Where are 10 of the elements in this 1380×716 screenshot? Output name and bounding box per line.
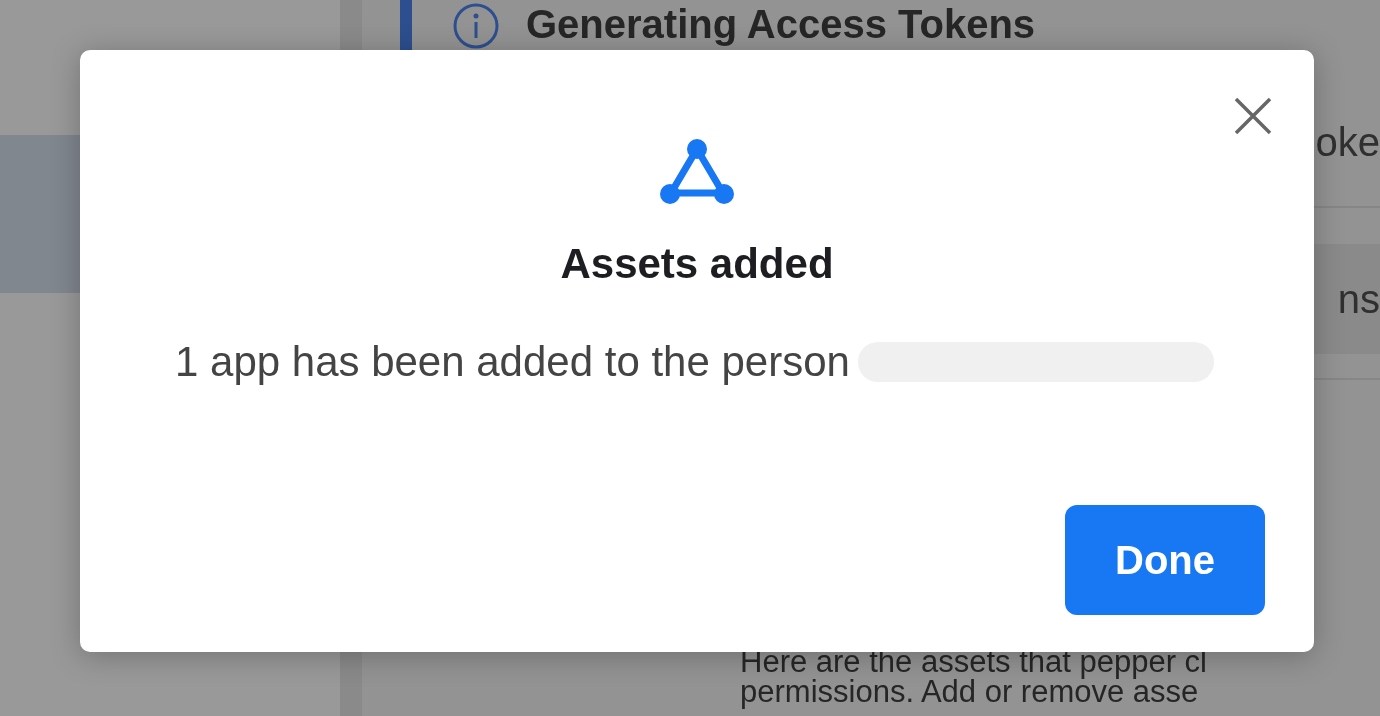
section-title: Generating Access Tokens bbox=[526, 2, 1036, 47]
row-text: oke bbox=[1315, 119, 1380, 165]
dialog-message: 1 app has been added to the person bbox=[175, 338, 850, 386]
info-icon bbox=[452, 2, 500, 50]
done-button[interactable]: Done bbox=[1065, 505, 1265, 615]
network-icon bbox=[659, 138, 735, 206]
dialog-title: Assets added bbox=[560, 240, 834, 288]
close-button[interactable] bbox=[1234, 97, 1272, 135]
row-text: ns bbox=[1337, 276, 1380, 322]
close-icon bbox=[1234, 97, 1272, 135]
